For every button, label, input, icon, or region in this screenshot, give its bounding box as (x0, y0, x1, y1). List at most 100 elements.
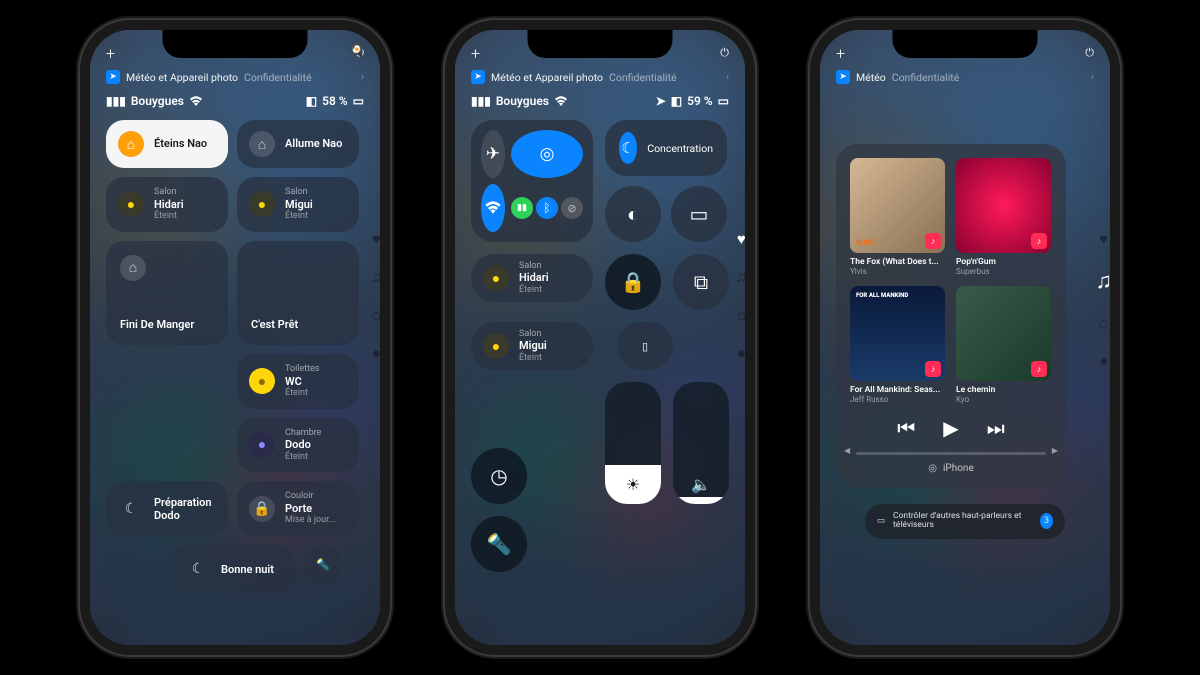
dot-icon[interactable]: ● (737, 344, 745, 362)
bluetooth-toggle[interactable]: ᛒ (536, 197, 558, 219)
bulb-icon: ● (249, 432, 275, 458)
airplane-toggle[interactable]: ✈ (481, 130, 505, 178)
phone-now-playing: + ⏻ ➤ Météo Confidentialité › YLVIS♪ The… (810, 20, 1120, 655)
dot-icon[interactable]: ● (1099, 352, 1108, 370)
privacy-banner[interactable]: ➤ Météo Confidentialité › (836, 70, 1094, 84)
dot-icon[interactable]: ● (372, 344, 380, 362)
accessory-wc[interactable]: ● ToilettesWCÉteint (237, 354, 359, 409)
volume-slider[interactable]: 🔈 (673, 382, 729, 504)
hotspot-toggle[interactable]: ⊘ (561, 197, 583, 219)
timer-button[interactable]: ◷ (471, 448, 527, 504)
airplay-icon: ◎ (928, 463, 937, 474)
moon-icon: ☾ (118, 496, 144, 522)
rewind-button[interactable]: ⏮ (897, 416, 915, 440)
scene-allume-nao[interactable]: ⌂ Allume Nao (237, 120, 359, 168)
output-device[interactable]: ◎ iPhone (850, 463, 1052, 474)
bulb-icon: ● (249, 368, 275, 394)
home-page-icon[interactable]: ⌂ (1099, 314, 1108, 332)
music-app-badge: ♪ (1031, 361, 1047, 377)
speaker-icon: 🔈 (691, 475, 711, 494)
scene-label: Allume Nao (285, 137, 342, 150)
location-icon: ➤ (106, 70, 120, 84)
album-2[interactable]: ♪ Pop'n'Gum Superbus (956, 158, 1052, 276)
accessory-porte[interactable]: 🔒 CouloirPorteMise à jour... (237, 481, 359, 536)
music-icon[interactable]: ♫ (1096, 268, 1111, 294)
heart-icon[interactable]: ♥ (1099, 230, 1108, 248)
location-arrow-icon: ➤ (656, 94, 666, 108)
low-power-button[interactable]: ▭ (671, 186, 727, 242)
battery-outline-icon: ▭ (718, 94, 729, 108)
bulb-icon: ● (483, 265, 509, 291)
music-app-badge: ♪ (925, 361, 941, 377)
heart-icon[interactable]: ♥ (372, 230, 380, 248)
cellular-toggle[interactable]: ▮▮ (511, 197, 533, 219)
connectivity-module[interactable]: ✈ ◎ ▮▮ ᛒ ⊘ (471, 120, 593, 242)
accessory-migui[interactable]: ● SalonMiguiÉteint (471, 322, 593, 370)
location-icon: ➤ (471, 70, 485, 84)
lock-icon: 🔒 (249, 496, 275, 522)
scene-eteins-nao[interactable]: ⌂ Éteins Nao (106, 120, 228, 168)
battery-icon: ◧ (306, 94, 317, 108)
heart-icon[interactable]: ♥ (737, 230, 745, 248)
device-count: 3 (1040, 513, 1053, 529)
add-icon[interactable]: + (836, 44, 845, 63)
music-icon[interactable]: ♫ (371, 268, 380, 286)
accessory-migui[interactable]: ● SalonMiguiÉteint (237, 177, 359, 232)
scene-cest-pret[interactable]: 🍳 C'est Prêt (237, 241, 359, 345)
chevron-right-icon: › (726, 72, 729, 83)
privacy-banner[interactable]: ➤ Météo et Appareil photo Confidentialit… (471, 70, 729, 84)
carrier: Bouygues (496, 94, 549, 108)
scene-bonne-nuit[interactable]: ☾ Bonne nuit (173, 545, 295, 593)
brightness-slider[interactable]: ☀ (605, 382, 661, 504)
signal-icon: ▮▮▮ (106, 94, 126, 108)
home-icon: ⌂ (118, 131, 144, 157)
moon-stars-icon: ☾ (185, 556, 211, 582)
album-3[interactable]: FOR ALL MANKIND♪ For All Mankind: Seas..… (850, 286, 946, 404)
scene-preparation-dodo[interactable]: ☾ Préparation Dodo (106, 481, 228, 536)
pan-icon: 🍳 (349, 44, 366, 60)
scene-fini-manger[interactable]: ⌂ Fini De Manger (106, 241, 228, 345)
home-icon: ⌂ (249, 131, 275, 157)
home-page-icon[interactable]: ⌂ (372, 306, 380, 324)
album-1[interactable]: YLVIS♪ The Fox (What Does t... Ylvis (850, 158, 946, 276)
focus-button[interactable]: ☾ Concentration (605, 120, 727, 176)
dark-mode-button[interactable]: ◐ (605, 186, 661, 242)
flashlight-button[interactable]: 🔦 (471, 516, 527, 572)
accessory-hidari[interactable]: ● SalonHidariÉteint (106, 177, 228, 232)
scene-label: Éteins Nao (154, 137, 207, 150)
rotation-lock-button[interactable]: 🔒 (605, 254, 661, 310)
volume-slider[interactable] (856, 452, 1046, 455)
play-button[interactable]: ▶ (943, 416, 958, 440)
banner-section: Confidentialité (609, 71, 677, 84)
other-label: Contrôler d'autres haut-parleurs et télé… (893, 512, 1032, 531)
flashlight-button[interactable]: 🔦 (304, 545, 342, 583)
accessory-dodo[interactable]: ● ChambreDodoÉteint (237, 418, 359, 473)
wifi-toggle[interactable] (481, 184, 505, 232)
album-art: ♪ (956, 158, 1051, 253)
screen-mirror-button[interactable]: ⧉ (673, 254, 729, 310)
privacy-banner[interactable]: ➤ Météo et Appareil photo Confidentialit… (106, 70, 364, 84)
signal-icon: ▮▮▮ (471, 94, 491, 108)
apple-tv-remote-button[interactable]: ▯ (617, 322, 673, 370)
add-icon[interactable]: + (471, 44, 480, 63)
now-playing-card: YLVIS♪ The Fox (What Does t... Ylvis ♪ P… (836, 144, 1066, 488)
album-4[interactable]: ♪ Le chemin Kyo (956, 286, 1052, 404)
music-icon[interactable]: ♫ (736, 268, 745, 286)
page-indicators: ♥ ♫ ⌂ ● (371, 230, 380, 362)
power-icon[interactable]: ⏻ (720, 46, 729, 60)
timer-icon: ◷ (490, 464, 507, 488)
forward-button[interactable]: ⏭ (987, 416, 1005, 440)
accessory-hidari[interactable]: ● SalonHidariÉteint (471, 254, 593, 302)
power-icon[interactable]: ⏻ (1085, 46, 1094, 60)
rotation-lock-icon: 🔒 (621, 270, 646, 294)
home-page-icon[interactable]: ⌂ (737, 306, 745, 324)
add-icon[interactable]: + (106, 44, 115, 63)
banner-section: Confidentialité (244, 71, 312, 84)
home-icon: ⌂ (120, 255, 146, 281)
notch (893, 30, 1038, 58)
music-app-badge: ♪ (1031, 233, 1047, 249)
playback-controls: ⏮ ▶ ⏭ (850, 416, 1052, 440)
airdrop-toggle[interactable]: ◎ (511, 130, 583, 178)
phone-control-center: + ⏻ ➤ Météo et Appareil photo Confidenti… (445, 20, 755, 655)
other-speakers-button[interactable]: ▭ Contrôler d'autres haut-parleurs et té… (865, 504, 1065, 539)
